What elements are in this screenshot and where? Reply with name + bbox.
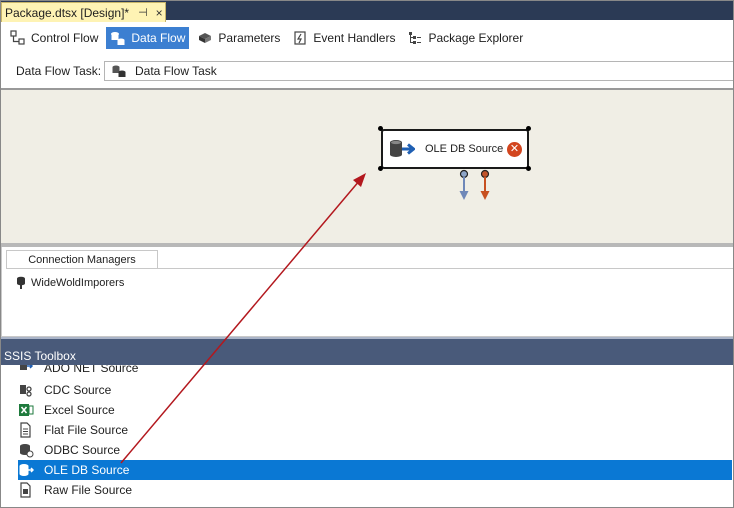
toolbox-item-odbc-source[interactable]: ODBC Source: [18, 440, 732, 460]
toolbox-title: SSIS Toolbox: [4, 349, 76, 363]
tab-control-flow[interactable]: Control Flow: [6, 27, 102, 49]
event-handlers-icon: [292, 30, 308, 46]
ole-db-source-icon: [389, 139, 415, 159]
data-flow-icon: [110, 30, 126, 46]
tab-parameters[interactable]: Parameters: [193, 27, 284, 49]
toolbox-item-ado-net-source[interactable]: ADO NET Source: [18, 365, 732, 375]
tab-event-handlers[interactable]: Event Handlers: [288, 27, 399, 49]
document-tab-package[interactable]: Package.dtsx [Design]* ⊣ ×: [1, 2, 166, 22]
connection-manager-item[interactable]: WideWoldImporers: [16, 276, 124, 290]
tab-connection-managers[interactable]: Connection Managers: [6, 250, 158, 268]
excel-source-icon: [18, 402, 34, 418]
toolbox-list: ADO NET Source CDC Source Excel Source F…: [0, 365, 734, 508]
connection-manager-label: WideWoldImporers: [31, 277, 125, 289]
tab-divider: [6, 268, 734, 269]
designer-tab-bar: Control Flow Data Flow Parameters Event …: [0, 24, 734, 52]
tab-data-flow[interactable]: Data Flow: [106, 27, 190, 49]
task-selector-value: Data Flow Task: [135, 64, 217, 78]
task-selector-bar: Data Flow Task: Data Flow Task: [0, 56, 734, 86]
output-path-arrows[interactable]: [456, 169, 496, 203]
toolbox-item-flat-file-source[interactable]: Flat File Source: [18, 420, 732, 440]
task-selector-combo[interactable]: Data Flow Task: [104, 61, 734, 81]
document-tab-title: Package.dtsx [Design]*: [5, 5, 130, 20]
odbc-source-icon: [18, 442, 34, 458]
error-output-arrow: [480, 169, 490, 200]
tab-label: Control Flow: [31, 31, 99, 45]
ole-db-source-icon: [18, 462, 34, 478]
toolbox-item-label: OLE DB Source: [44, 463, 130, 477]
error-icon[interactable]: ✕: [507, 142, 522, 157]
resize-handle-bottom-left[interactable]: [378, 166, 383, 171]
cdc-source-icon: [18, 382, 34, 398]
connection-managers-tab-label: Connection Managers: [28, 253, 136, 266]
toolbox-item-label: CDC Source: [44, 383, 112, 397]
document-tab-strip: Package.dtsx [Design]* ⊣ ×: [0, 0, 734, 22]
flat-file-source-icon: [18, 422, 34, 438]
connection-icon: [16, 276, 26, 290]
component-label: OLE DB Source: [425, 143, 504, 155]
tab-label: Parameters: [218, 31, 281, 45]
pin-icon[interactable]: ⊣: [138, 6, 148, 19]
connection-managers-pane: Connection Managers WideWoldImporers: [0, 247, 734, 337]
toolbox-header: SSIS Toolbox: [0, 337, 734, 365]
parameters-icon: [197, 30, 213, 46]
tab-label: Data Flow: [131, 31, 186, 45]
toolbox-item-ole-db-source[interactable]: OLE DB Source: [18, 460, 732, 480]
toolbox-item-label: Raw File Source: [44, 483, 133, 497]
toolbox-item-raw-file-source[interactable]: Raw File Source: [18, 480, 732, 500]
toolbox-item-label: Excel Source: [44, 403, 115, 417]
toolbox-item-cdc-source[interactable]: CDC Source: [18, 380, 732, 400]
toolbox-item-label: ADO NET Source: [44, 365, 139, 375]
raw-file-source-icon: [18, 482, 34, 498]
ole-db-source-component[interactable]: OLE DB Source ✕: [381, 129, 529, 169]
data-flow-design-surface[interactable]: OLE DB Source ✕: [0, 88, 734, 243]
ado-net-source-icon: [18, 365, 34, 375]
close-icon[interactable]: ×: [156, 6, 163, 20]
success-output-arrow: [459, 169, 469, 200]
tab-label: Package Explorer: [428, 31, 524, 45]
toolbox-item-label: Flat File Source: [44, 423, 129, 437]
resize-handle-top-right[interactable]: [526, 126, 531, 131]
toolbox-item-excel-source[interactable]: Excel Source: [18, 400, 732, 420]
toolbox-item-label: ODBC Source: [44, 443, 121, 457]
control-flow-icon: [10, 30, 26, 46]
data-flow-task-icon: [111, 64, 127, 78]
resize-handle-bottom-right[interactable]: [526, 166, 531, 171]
tab-package-explorer[interactable]: Package Explorer: [403, 27, 527, 49]
task-selector-label: Data Flow Task:: [16, 64, 102, 78]
tab-label: Event Handlers: [313, 31, 396, 45]
package-explorer-icon: [407, 30, 423, 46]
resize-handle-top-left[interactable]: [378, 126, 383, 131]
